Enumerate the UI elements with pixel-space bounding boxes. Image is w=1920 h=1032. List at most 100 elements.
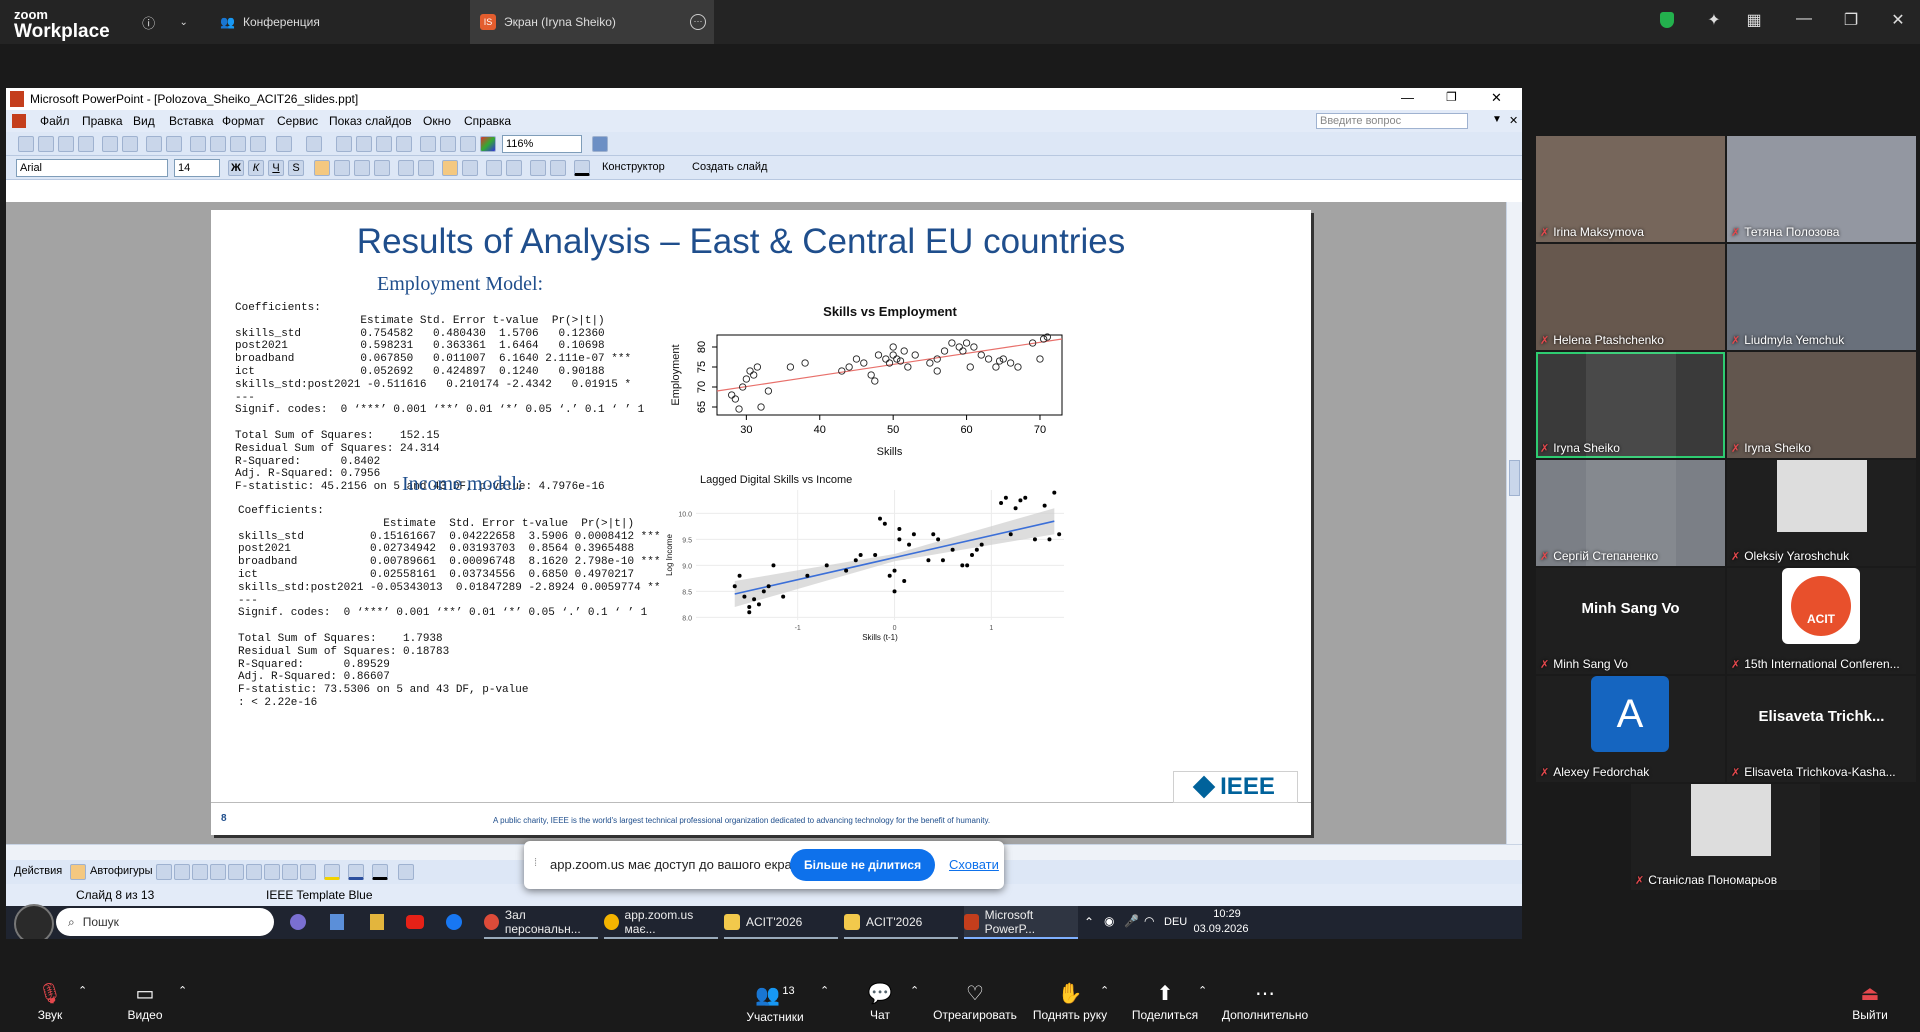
increase-indent-icon[interactable] [442, 160, 458, 176]
italic-icon[interactable]: К [248, 160, 264, 176]
clock-date[interactable]: 03.09.2026 [1186, 923, 1256, 935]
share-button[interactable]: ⬆ Поделиться [1125, 972, 1205, 1032]
text-color-icon[interactable] [372, 864, 388, 880]
picture-icon[interactable] [300, 864, 316, 880]
bold-icon[interactable]: Ж [228, 160, 244, 176]
tray-wifi-icon[interactable]: ◠ [1144, 914, 1154, 928]
print-icon[interactable] [102, 136, 118, 152]
menu-format[interactable]: Формат [222, 114, 265, 128]
tray-mic-icon[interactable]: 🎤 [1124, 914, 1139, 928]
leave-button[interactable]: ⏏ Выйти [1840, 972, 1900, 1032]
numbering-icon[interactable] [398, 160, 414, 176]
wordart-icon[interactable] [246, 864, 262, 880]
outdent-icon[interactable] [550, 160, 566, 176]
youtube-icon[interactable] [406, 915, 424, 929]
diagram-icon[interactable] [264, 864, 280, 880]
shrink-font-icon[interactable] [506, 160, 522, 176]
app-icon-2[interactable] [370, 914, 384, 930]
participant-tile[interactable]: ✗ Liudmyla Yemchuk [1727, 244, 1916, 350]
help-icon[interactable] [592, 136, 608, 152]
ask-question-input[interactable]: Введите вопрос [1316, 113, 1468, 129]
expand-icon[interactable] [420, 136, 436, 152]
grid-icon[interactable] [460, 136, 476, 152]
color-icon[interactable] [480, 136, 496, 152]
justify-icon[interactable] [374, 160, 390, 176]
taskbar-item-chrome-1[interactable]: Зал персональн... [484, 906, 598, 939]
hide-link[interactable]: Сховати [949, 857, 999, 872]
share-options-icon[interactable]: ⌃ [1198, 984, 1207, 997]
layout-icon[interactable]: ▦ [1743, 10, 1765, 30]
participants-options-icon[interactable]: ⌃ [820, 984, 829, 997]
taskbar-search[interactable]: ⌕ Пошук [56, 908, 274, 936]
facebook-icon[interactable] [446, 914, 462, 930]
participant-tile[interactable]: ACIT ✗ 15th International Conferen... [1727, 568, 1916, 674]
menu-view[interactable]: Вид [133, 114, 155, 128]
participant-tile[interactable]: ✗ Сергій Степаненко [1536, 460, 1725, 566]
video-options-icon[interactable]: ⌃ [178, 984, 187, 997]
vertical-scrollbar[interactable] [1506, 202, 1522, 844]
redo-icon[interactable] [306, 136, 322, 152]
participant-tile[interactable]: ✗ Irina Maksymova [1536, 136, 1725, 242]
table-icon[interactable] [356, 136, 372, 152]
tab-conference[interactable]: 👥 Конференция [210, 0, 460, 44]
menu-help[interactable]: Справка [464, 114, 511, 128]
more-options-icon[interactable]: ··· [690, 14, 706, 30]
minimize-icon[interactable]: — [1401, 90, 1414, 105]
tray-chevron-icon[interactable]: ⌃ [1084, 915, 1094, 929]
paste-icon[interactable] [230, 136, 246, 152]
taskbar-item-folder-2[interactable]: ACIT'2026 [844, 906, 958, 939]
raise-hand-options-icon[interactable]: ⌃ [1100, 984, 1109, 997]
format-painter-icon[interactable] [250, 136, 266, 152]
open-icon[interactable] [38, 136, 54, 152]
undo-icon[interactable] [276, 136, 292, 152]
new-icon[interactable] [18, 136, 34, 152]
print-preview-icon[interactable] [122, 136, 138, 152]
close-help-icon[interactable]: ✕ [1509, 114, 1518, 127]
pen-icon[interactable] [14, 904, 54, 939]
tab-screen-share[interactable]: IS Экран (Iryna Sheiko) ··· [470, 0, 714, 44]
actions-menu[interactable]: Действия [14, 865, 62, 877]
arrow-icon[interactable] [174, 864, 190, 880]
taskbar-item-chrome-2[interactable]: app.zoom.us має... [604, 906, 718, 939]
minimize-icon[interactable]: — [1793, 10, 1815, 28]
more-button[interactable]: ⋯ Дополнительно [1215, 972, 1315, 1032]
drag-handle-icon[interactable]: ⁞ [534, 857, 537, 869]
spelling-icon[interactable] [146, 136, 162, 152]
info-icon[interactable]: ⓘ [142, 13, 155, 32]
menu-slideshow[interactable]: Показ слайдов [329, 114, 412, 128]
participant-tile[interactable]: ✗ Oleksiy Yaroshchuk [1727, 460, 1916, 566]
font-color-icon[interactable] [574, 160, 590, 176]
textbox-icon[interactable] [228, 864, 244, 880]
insert-table-icon[interactable] [376, 136, 392, 152]
app-icon-1[interactable] [290, 914, 306, 930]
chevron-down-icon[interactable]: ▼ [1492, 114, 1502, 125]
sparkle-icon[interactable]: ✦ [1703, 10, 1725, 30]
indent-icon[interactable] [530, 160, 546, 176]
menu-tools[interactable]: Сервис [277, 114, 318, 128]
permission-icon[interactable] [78, 136, 94, 152]
chart-icon[interactable] [336, 136, 352, 152]
menu-insert[interactable]: Вставка [169, 114, 214, 128]
react-button[interactable]: ♡ Отреагировать [925, 972, 1025, 1032]
language-indicator[interactable]: DEU [1164, 916, 1187, 928]
tray-network-icon[interactable]: ◉ [1104, 914, 1114, 928]
font-size-select[interactable]: 14 [174, 159, 220, 177]
hyperlink-icon[interactable] [396, 136, 412, 152]
taskbar-item-powerpoint[interactable]: Microsoft PowerP... [964, 906, 1078, 939]
video-button[interactable]: ▭ Видео [115, 972, 175, 1032]
decrease-indent-icon[interactable] [462, 160, 478, 176]
restore-icon[interactable]: ❐ [1840, 10, 1862, 30]
bullets-icon[interactable] [418, 160, 434, 176]
close-icon[interactable]: ✕ [1491, 90, 1502, 106]
taskbar-item-folder-1[interactable]: ACIT'2026 [724, 906, 838, 939]
align-left-icon[interactable] [314, 160, 330, 176]
fill-color-icon[interactable] [324, 864, 340, 880]
oval-icon[interactable] [210, 864, 226, 880]
participant-tile[interactable]: ✗ Helena Ptashchenko [1536, 244, 1725, 350]
copy-icon[interactable] [210, 136, 226, 152]
participants-button[interactable]: 👥 13 Участники [735, 972, 815, 1032]
line-color-icon[interactable] [348, 864, 364, 880]
audio-options-icon[interactable]: ⌃ [78, 984, 87, 997]
menu-edit[interactable]: Правка [82, 114, 123, 128]
chevron-down-icon[interactable]: ⌄ [179, 17, 187, 28]
